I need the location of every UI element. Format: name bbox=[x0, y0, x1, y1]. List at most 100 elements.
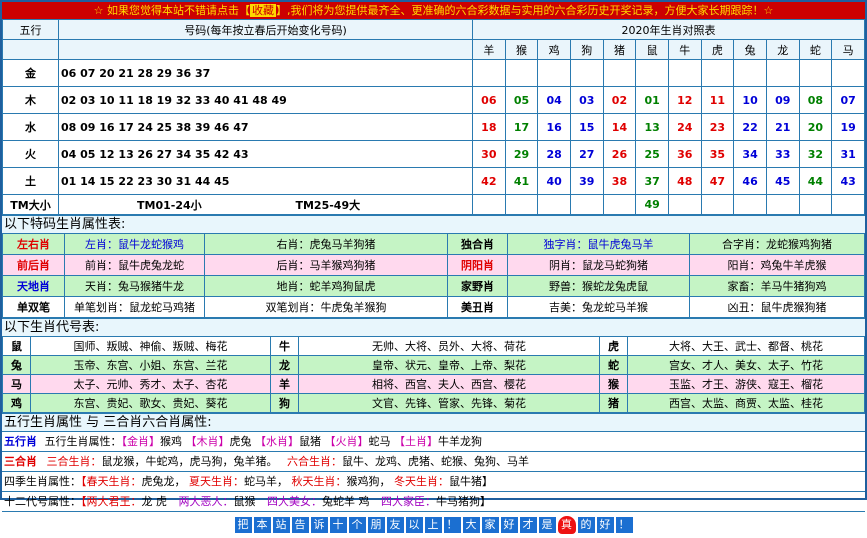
daihao-titles: 大将、大王、武士、都督、桃花 bbox=[627, 336, 865, 356]
kings-val: 龙 虎 bbox=[141, 495, 168, 508]
zodiac-number bbox=[569, 59, 604, 87]
element-name: 火 bbox=[2, 140, 59, 168]
attr-value: 野兽：猴蛇龙兔虎鼠 bbox=[507, 275, 690, 297]
zodiac-number: 23 bbox=[700, 113, 735, 141]
footer-char: 是 bbox=[538, 517, 556, 533]
zodiac-number: 07 bbox=[831, 86, 865, 114]
beauties-label: 四大美女： bbox=[267, 495, 322, 508]
shier-prefix: 十二代号属性： bbox=[4, 495, 81, 508]
daihao-animal: 羊 bbox=[270, 374, 299, 394]
spring-val: 虎兔龙， bbox=[141, 475, 186, 488]
attr-label: 独合肖 bbox=[447, 233, 508, 255]
wuxing-label: 五行肖 bbox=[4, 435, 37, 448]
zodiac-number: 04 bbox=[537, 86, 571, 114]
zodiac-number bbox=[700, 59, 735, 87]
zodiac-number: 15 bbox=[569, 113, 604, 141]
daihao-titles: 皇帝、状元、皇帝、上帝、梨花 bbox=[298, 355, 600, 375]
footer-char: 的 bbox=[577, 517, 595, 533]
attr-value: 后肖：马羊猴鸡狗猪 bbox=[204, 254, 448, 276]
footer-char: 告 bbox=[291, 517, 309, 533]
zodiac-header: 羊 bbox=[472, 39, 506, 60]
zodiac-number: 44 bbox=[798, 167, 833, 195]
sanhe-val: 鼠龙猴，牛蛇鸡，虎马狗，兔羊猪。 bbox=[101, 455, 278, 468]
attr-value: 吉美：兔龙蛇马羊猴 bbox=[507, 296, 690, 318]
zodiac-number bbox=[504, 59, 539, 87]
blank-cell bbox=[569, 194, 604, 215]
zodiac-header: 虎 bbox=[700, 39, 735, 60]
daihao-animal: 蛇 bbox=[599, 355, 628, 375]
header-element: 五行 bbox=[2, 19, 59, 40]
attr-value: 合字肖：龙蛇猴鸡狗猪 bbox=[689, 233, 865, 255]
daihao-animal: 牛 bbox=[270, 336, 299, 356]
daihao-table: 鼠国师、叛贼、神偷、叛贼、梅花牛无帅、大将、员外、大将、荷花虎大将、大王、武士、… bbox=[2, 336, 865, 413]
attr-label: 天地肖 bbox=[2, 275, 65, 297]
table-header: 五行 号码(每年按立春后开始变化号码) 2020年生肖对照表 bbox=[2, 19, 865, 40]
wuxing-gold: 【金肖】 bbox=[121, 435, 161, 448]
zodiac-number: 16 bbox=[537, 113, 571, 141]
zodiac-number bbox=[602, 59, 637, 87]
footer-char: 上 bbox=[424, 517, 442, 533]
siji-prefix: 四季生肖属性： bbox=[4, 475, 81, 488]
ministers-val: 牛马猪狗】 bbox=[436, 495, 491, 508]
zodiac-number: 05 bbox=[504, 86, 539, 114]
shier-line: 十二代号属性：【两大君王：龙 虎 两大恶人：鼠猴 四大美女：兔蛇羊 鸡 四大家臣… bbox=[2, 491, 865, 511]
zodiac-number bbox=[667, 59, 702, 87]
footer-char: 站 bbox=[272, 517, 290, 533]
daihao-row: 兔玉帝、东宫、小姐、东宫、兰花龙皇帝、状元、皇帝、上帝、梨花蛇宫女、才人、美女、… bbox=[2, 355, 865, 375]
attr-value: 左肖：鼠牛龙蛇猴鸡 bbox=[64, 233, 205, 255]
zodiac-number: 06 bbox=[472, 86, 506, 114]
daihao-titles: 太子、元帅、秀才、太子、杏花 bbox=[30, 374, 271, 394]
zodiac-number: 37 bbox=[635, 167, 669, 195]
attr-value: 右肖：虎兔马羊狗猪 bbox=[204, 233, 448, 255]
zodiac-number: 27 bbox=[569, 140, 604, 168]
zodiac-number: 42 bbox=[472, 167, 506, 195]
zodiac-number: 39 bbox=[569, 167, 604, 195]
zodiac-number: 08 bbox=[798, 86, 833, 114]
daihao-titles: 文官、先锋、管家、先锋、菊花 bbox=[298, 393, 600, 413]
page-root: ☆ 如果您觉得本站不错请点击【 收藏 】,我们将为您提供最齐全、更准确的六合彩数据与… bbox=[0, 0, 867, 534]
daihao-animal: 鼠 bbox=[2, 336, 31, 356]
blank-cell bbox=[2, 39, 59, 60]
footer-char: 朋 bbox=[367, 517, 385, 533]
zodiac-header: 马 bbox=[831, 39, 865, 60]
zodiac-header: 牛 bbox=[667, 39, 702, 60]
zodiac-number: 21 bbox=[765, 113, 800, 141]
liuhe-val: 鼠牛、龙鸡、虎猪、蛇猴、兔狗、马羊 bbox=[342, 455, 529, 468]
attr-value: 阴肖：鼠龙马蛇狗猪 bbox=[507, 254, 690, 276]
tm-row: TM大小 TM01-24小 TM25-49大 49 bbox=[2, 194, 865, 215]
zodiac-number: 03 bbox=[569, 86, 604, 114]
zodiac-number: 47 bbox=[700, 167, 735, 195]
footer-char: ！ bbox=[443, 517, 461, 533]
daihao-animal: 鸡 bbox=[2, 393, 31, 413]
daihao-titles: 国师、叛贼、神偷、叛贼、梅花 bbox=[30, 336, 271, 356]
zodiac-number: 30 bbox=[472, 140, 506, 168]
attr-value: 家畜：羊马牛猪狗鸡 bbox=[689, 275, 865, 297]
element-row: 木 02 03 10 11 18 19 32 33 40 41 48 49 06 05… bbox=[2, 86, 865, 114]
section-title-daihao: 以下生肖代号表: bbox=[2, 318, 865, 336]
tm-range: TM01-24小 TM25-49大 bbox=[58, 194, 473, 215]
footer-char: 才 bbox=[519, 517, 537, 533]
attr-value: 双笔划肖：牛虎兔羊猴狗 bbox=[204, 296, 448, 318]
attr-value: 单笔划肖：鼠龙蛇马鸡猪 bbox=[64, 296, 205, 318]
number-table: 五行 号码(每年按立春后开始变化号码) 2020年生肖对照表 羊 猴 鸡 狗 猪… bbox=[2, 19, 865, 60]
attr-value: 独字肖：鼠牛虎兔马羊 bbox=[507, 233, 690, 255]
daihao-row: 鼠国师、叛贼、神偷、叛贼、梅花牛无帅、大将、员外、大将、荷花虎大将、大王、武士、… bbox=[2, 336, 865, 356]
bookmark-link[interactable]: 收藏 bbox=[250, 4, 276, 17]
wuxing-wood: 【木肖】 bbox=[185, 435, 230, 448]
zodiac-header: 蛇 bbox=[798, 39, 833, 60]
zodiac-number: 02 bbox=[602, 86, 637, 114]
footer-char: 真 bbox=[557, 516, 576, 534]
wuxing-prefix: 五行生肖属性： bbox=[44, 435, 122, 448]
ministers-label: 四大家臣： bbox=[381, 495, 436, 508]
zodiac-number: 31 bbox=[831, 140, 865, 168]
tm-extra: 49 bbox=[635, 194, 669, 215]
element-row: 火 04 05 12 13 26 27 34 35 42 43 30 29 28 27 26… bbox=[2, 140, 865, 168]
blank-cell bbox=[472, 194, 506, 215]
zodiac-number: 22 bbox=[733, 113, 767, 141]
wuxing-water-val: 鼠猪 bbox=[299, 435, 321, 448]
top-banner: ☆ 如果您觉得本站不错请点击【 收藏 】,我们将为您提供最齐全、更准确的六合彩数据与… bbox=[2, 2, 865, 19]
zodiac-number: 40 bbox=[537, 167, 571, 195]
footer-char: ！ bbox=[615, 517, 633, 533]
wuxing-water: 【水肖】 bbox=[255, 435, 299, 448]
zodiac-number: 20 bbox=[798, 113, 833, 141]
